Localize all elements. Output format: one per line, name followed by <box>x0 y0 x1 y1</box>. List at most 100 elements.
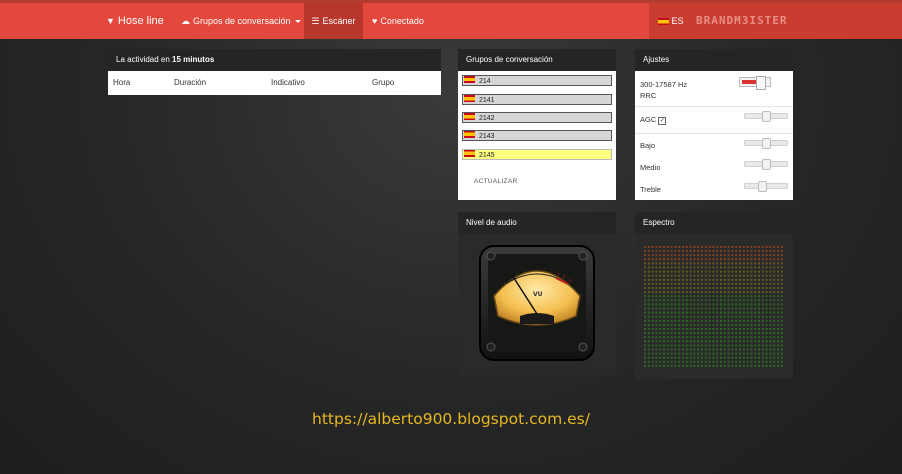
refresh-button[interactable]: ACTUALIZAR <box>474 178 517 185</box>
spectrum-led <box>780 315 783 318</box>
spectrum-led <box>659 364 662 367</box>
spectrum-led <box>655 315 658 318</box>
spectrum-led <box>735 299 738 302</box>
spectrum-led <box>777 352 779 355</box>
spectrum-led <box>644 356 646 359</box>
groups-dropdown[interactable]: ☁ Grupos de conversación <box>173 3 309 39</box>
spectrum-led <box>704 278 707 281</box>
brand-link[interactable]: ▼ Hose line <box>106 3 164 39</box>
blog-link[interactable]: https://alberto900.blogspot.com.es/ <box>0 410 902 428</box>
agc-checkbox[interactable]: ✓ <box>658 117 667 125</box>
connected-status[interactable]: ♥ Conectado <box>372 3 424 39</box>
spectrum-led <box>777 332 779 335</box>
spectrum-led <box>742 295 745 298</box>
spectrum-led <box>659 348 662 351</box>
talkgroup-item[interactable]: 214 <box>462 75 612 86</box>
agc-slider[interactable] <box>744 111 788 122</box>
talkgroup-item[interactable]: 2143 <box>462 130 612 141</box>
spectrum-led <box>685 278 688 281</box>
spectrum-led <box>697 332 700 335</box>
spectrum-led <box>670 344 673 347</box>
spectrum-led <box>761 336 764 339</box>
spectrum-led <box>704 246 707 248</box>
talkgroup-item-selected[interactable]: 2145 <box>462 149 612 160</box>
slider-handle[interactable] <box>758 181 767 192</box>
spectrum-led <box>678 340 681 343</box>
spectrum-led <box>758 254 760 257</box>
spectrum-led <box>723 282 726 285</box>
spectrum-led <box>670 266 673 269</box>
spectrum-led <box>689 250 692 253</box>
spectrum-led <box>739 282 741 285</box>
spectrum-led <box>761 258 764 261</box>
spectrum-led <box>742 323 745 326</box>
audio-level-panel: Nivel de audio 20 10 7 5 3 1 0 1 2 3 VU <box>458 212 616 375</box>
spectrum-led <box>689 287 692 289</box>
divider <box>635 106 793 107</box>
spectrum-led <box>750 319 753 322</box>
agc-label: AGC ✓ <box>640 115 667 125</box>
spectrum-led <box>689 303 692 306</box>
spectrum-led <box>758 250 760 253</box>
mid-slider[interactable] <box>744 159 788 170</box>
spectrum-led <box>780 311 783 314</box>
spectrum-led <box>704 319 707 322</box>
spectrum-led <box>701 328 703 330</box>
spectrum-led <box>651 336 654 339</box>
slider-handle[interactable] <box>762 159 771 170</box>
spectrum-led <box>666 344 669 347</box>
spectrum-led <box>666 295 669 298</box>
spectrum-led <box>708 250 711 253</box>
spectrum-led <box>651 266 654 269</box>
spectrum-led <box>716 360 719 363</box>
spectrum-led <box>689 315 692 318</box>
talkgroup-item[interactable]: 2141 <box>462 94 612 105</box>
spectrum-led <box>765 250 768 253</box>
spectrum-led <box>666 274 669 277</box>
spectrum-led <box>693 278 696 281</box>
spectrum-led <box>761 262 764 265</box>
spectrum-led <box>777 291 779 294</box>
spectrum-led <box>644 364 646 367</box>
vu-meter: 20 10 7 5 3 1 0 1 2 3 VU <box>479 245 595 361</box>
spectrum-led <box>693 344 696 347</box>
filter-toggle[interactable] <box>739 76 771 90</box>
spectrum-led <box>663 270 665 273</box>
spectrum-led <box>739 336 741 339</box>
spectrum-led <box>659 315 662 318</box>
spectrum-led <box>742 307 745 310</box>
spectrum-led <box>746 328 749 330</box>
talkgroup-item[interactable]: 2142 <box>462 112 612 123</box>
spectrum-led <box>663 287 665 289</box>
slider-handle[interactable] <box>762 111 771 122</box>
spectrum-led <box>769 348 772 351</box>
spectrum-led <box>685 323 688 326</box>
spectrum-led <box>674 299 677 302</box>
spectrum-led <box>674 258 677 261</box>
spectrum-led <box>723 303 726 306</box>
spectrum-led <box>647 270 650 273</box>
spectrum-led <box>777 274 779 277</box>
spectrum-led <box>670 254 673 257</box>
spectrum-led <box>704 254 707 257</box>
spectrum-led <box>704 303 707 306</box>
spectrum-led <box>769 344 772 347</box>
spectrum-led <box>761 352 764 355</box>
spectrum-led <box>773 340 776 343</box>
spectrum-led <box>670 246 673 248</box>
bass-slider[interactable] <box>744 138 788 149</box>
spectrum-led <box>761 303 764 306</box>
spectrum-led <box>682 250 684 253</box>
spectrum-led <box>754 287 757 289</box>
slider-handle[interactable] <box>762 138 771 149</box>
spectrum-led <box>742 274 745 277</box>
treble-slider[interactable] <box>744 181 788 192</box>
scanner-tab[interactable]: ☰ Escáner <box>304 3 363 39</box>
spectrum-led <box>750 278 753 281</box>
language-selector[interactable]: ES <box>658 3 684 39</box>
spectrum-led <box>739 303 741 306</box>
spectrum-led <box>731 311 734 314</box>
spectrum-led <box>735 364 738 367</box>
spectrum-led <box>655 246 658 248</box>
spectrum-led <box>777 266 779 269</box>
